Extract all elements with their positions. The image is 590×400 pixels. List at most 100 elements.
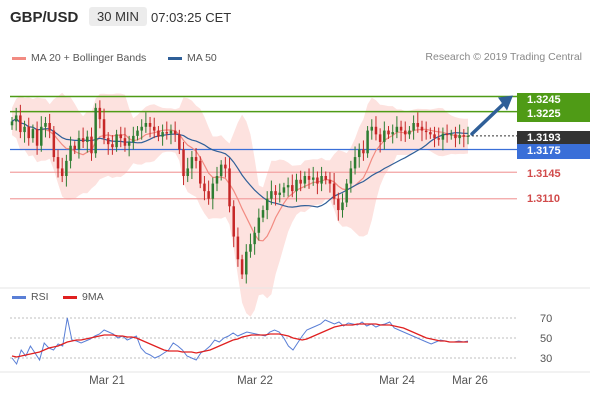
s1-value: 1.3145 <box>527 168 561 180</box>
candle-body <box>366 130 369 154</box>
candle <box>199 156 202 189</box>
candle-body <box>441 133 445 140</box>
x-tick-label: Mar 22 <box>237 375 273 387</box>
candle-body <box>462 135 466 137</box>
s2-value: 1.3110 <box>527 193 561 205</box>
candle-body <box>291 185 294 192</box>
candle-body <box>199 160 202 184</box>
candle-body <box>324 176 328 180</box>
candle-body <box>295 179 298 192</box>
candle-body <box>56 157 60 169</box>
candle-body <box>240 259 244 275</box>
candle-body <box>215 176 219 184</box>
r2-value: 1.3245 <box>527 94 561 106</box>
candle-body <box>420 126 424 131</box>
candle-body <box>307 176 311 180</box>
candle-body <box>165 132 169 134</box>
candle-body <box>161 132 164 137</box>
price-chart: 30 50 70 Mar 21 Mar 22 Mar 24 Mar 26 <box>0 92 590 387</box>
candle-body <box>408 130 411 135</box>
candle-body <box>232 206 235 237</box>
candle-body <box>320 176 323 184</box>
legend-rsi: RSI <box>12 291 49 303</box>
candle-body <box>144 123 148 127</box>
candle-body <box>190 157 194 169</box>
candle-body <box>278 192 281 195</box>
candle-body <box>458 135 461 139</box>
candle-body <box>23 126 26 133</box>
candle-body <box>270 191 273 199</box>
candle-body <box>395 126 399 133</box>
candle <box>94 103 97 158</box>
pivot-value: 1.3175 <box>527 145 561 157</box>
candle-body <box>282 187 286 193</box>
candle-body <box>228 168 231 207</box>
candle-body <box>127 141 131 146</box>
arrow-shaft <box>470 101 506 136</box>
candle-body <box>40 126 43 146</box>
candle-body <box>86 136 89 142</box>
candle-body <box>412 123 415 131</box>
candle-body <box>299 179 302 184</box>
candle-body <box>445 133 449 136</box>
candle-body <box>353 157 357 169</box>
candle-body <box>140 126 143 131</box>
candle-body <box>178 134 181 150</box>
candle-body <box>219 164 223 176</box>
candle-body <box>349 168 353 184</box>
candle-body <box>378 134 382 142</box>
candle-body <box>332 183 336 199</box>
candle-body <box>94 107 97 154</box>
candle-body <box>357 149 361 158</box>
candle-body <box>207 191 210 199</box>
r1-value: 1.3225 <box>527 108 561 120</box>
x-tick-label: Mar 26 <box>452 375 488 387</box>
rsi-tick-label: 50 <box>540 333 552 345</box>
candle-body <box>173 130 177 135</box>
candle-body <box>362 149 365 154</box>
candle-body <box>345 183 348 203</box>
candle-body <box>148 123 152 127</box>
candle-body <box>416 123 420 127</box>
candle-body <box>111 144 114 148</box>
candle-body <box>77 138 81 150</box>
candle-body <box>466 135 470 137</box>
candle-body <box>10 121 14 126</box>
candle-body <box>102 119 106 139</box>
candle-body <box>383 130 386 142</box>
candle-body <box>454 134 457 139</box>
candle-body <box>65 160 68 176</box>
candle-body <box>328 179 332 184</box>
candle-body <box>249 244 252 252</box>
ma9-swatch <box>63 295 77 299</box>
candle-body <box>44 123 47 127</box>
candle-body <box>182 149 185 176</box>
candle-body <box>429 132 432 135</box>
candle-body <box>245 251 248 275</box>
candle-body <box>450 134 453 136</box>
rsi-tick-label: 70 <box>540 313 552 325</box>
candle-body <box>341 202 344 211</box>
candle-body <box>69 145 72 161</box>
candle-body <box>132 135 135 142</box>
candle-body <box>337 198 340 211</box>
candle-body <box>224 164 227 169</box>
candle-body <box>98 107 102 120</box>
candle-body <box>399 126 403 131</box>
x-tick-label: Mar 21 <box>89 375 125 387</box>
candle-body <box>186 168 189 176</box>
candle-body <box>194 157 198 161</box>
r1-label: 1.3225 <box>517 107 590 122</box>
candle-body <box>152 126 156 131</box>
rsi-tick-label: 30 <box>540 353 552 365</box>
candle-body <box>274 191 277 195</box>
candle-body <box>52 130 56 158</box>
candle-body <box>203 183 206 192</box>
candle-body <box>433 134 436 139</box>
forecast-arrow <box>470 95 513 136</box>
candle-body <box>236 236 240 260</box>
candle-body <box>48 123 51 131</box>
candle-body <box>391 132 394 135</box>
candle-body <box>303 176 307 184</box>
candle-body <box>370 126 374 131</box>
